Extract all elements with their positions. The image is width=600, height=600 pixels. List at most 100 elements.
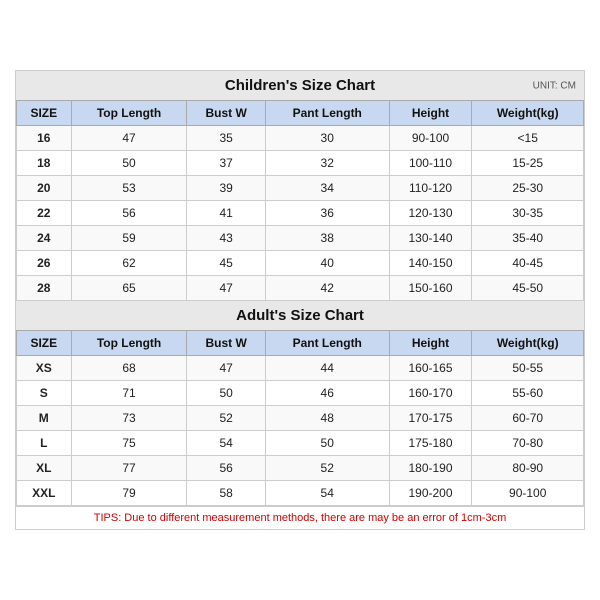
table-cell: 47 bbox=[71, 126, 187, 151]
table-cell: 71 bbox=[71, 381, 187, 406]
table-cell: 50 bbox=[187, 381, 265, 406]
col-height-adult: Height bbox=[389, 331, 472, 356]
table-row: 1647353090-100<15 bbox=[17, 126, 584, 151]
adult-table-header: SIZE Top Length Bust W Pant Length Heigh… bbox=[17, 331, 584, 356]
table-cell: 180-190 bbox=[389, 456, 472, 481]
table-cell: 47 bbox=[187, 276, 265, 301]
table-cell: 39 bbox=[187, 176, 265, 201]
children-section-title: Children's Size Chart bbox=[16, 77, 584, 94]
tips-row: TIPS: Due to different measurement metho… bbox=[16, 506, 584, 529]
table-cell: 20 bbox=[17, 176, 72, 201]
col-height: Height bbox=[389, 101, 472, 126]
table-cell: 25-30 bbox=[472, 176, 584, 201]
table-row: 26624540140-15040-45 bbox=[17, 251, 584, 276]
table-row: XS684744160-16550-55 bbox=[17, 356, 584, 381]
table-cell: 32 bbox=[265, 151, 389, 176]
table-cell: 18 bbox=[17, 151, 72, 176]
table-cell: M bbox=[17, 406, 72, 431]
col-size: SIZE bbox=[17, 101, 72, 126]
table-cell: XL bbox=[17, 456, 72, 481]
table-cell: 160-170 bbox=[389, 381, 472, 406]
table-cell: 65 bbox=[71, 276, 187, 301]
table-cell: 48 bbox=[265, 406, 389, 431]
col-size-adult: SIZE bbox=[17, 331, 72, 356]
table-cell: 55-60 bbox=[472, 381, 584, 406]
table-cell: 38 bbox=[265, 226, 389, 251]
col-bust-w: Bust W bbox=[187, 101, 265, 126]
children-table-header: SIZE Top Length Bust W Pant Length Heigh… bbox=[17, 101, 584, 126]
table-cell: 90-100 bbox=[389, 126, 472, 151]
children-header-row: SIZE Top Length Bust W Pant Length Heigh… bbox=[17, 101, 584, 126]
table-cell: 40-45 bbox=[472, 251, 584, 276]
table-cell: 120-130 bbox=[389, 201, 472, 226]
table-cell: 45-50 bbox=[472, 276, 584, 301]
table-row: 18503732100-11015-25 bbox=[17, 151, 584, 176]
children-section-title-row: Children's Size Chart UNIT: CM bbox=[16, 71, 584, 100]
table-cell: 68 bbox=[71, 356, 187, 381]
table-cell: 90-100 bbox=[472, 481, 584, 506]
table-cell: 150-160 bbox=[389, 276, 472, 301]
table-cell: 110-120 bbox=[389, 176, 472, 201]
table-cell: XS bbox=[17, 356, 72, 381]
table-cell: 100-110 bbox=[389, 151, 472, 176]
table-cell: 54 bbox=[265, 481, 389, 506]
col-weight: Weight(kg) bbox=[472, 101, 584, 126]
table-cell: 35 bbox=[187, 126, 265, 151]
table-row: L755450175-18070-80 bbox=[17, 431, 584, 456]
table-cell: 53 bbox=[71, 176, 187, 201]
table-cell: 190-200 bbox=[389, 481, 472, 506]
table-cell: 50-55 bbox=[472, 356, 584, 381]
table-cell: 16 bbox=[17, 126, 72, 151]
table-cell: 50 bbox=[265, 431, 389, 456]
children-size-table: SIZE Top Length Bust W Pant Length Heigh… bbox=[16, 100, 584, 301]
table-cell: 70-80 bbox=[472, 431, 584, 456]
table-cell: 47 bbox=[187, 356, 265, 381]
table-cell: 60-70 bbox=[472, 406, 584, 431]
table-cell: 44 bbox=[265, 356, 389, 381]
size-chart-container: Children's Size Chart UNIT: CM SIZE Top … bbox=[15, 70, 585, 530]
table-cell: 80-90 bbox=[472, 456, 584, 481]
table-cell: 43 bbox=[187, 226, 265, 251]
table-cell: 58 bbox=[187, 481, 265, 506]
adult-header-row: SIZE Top Length Bust W Pant Length Heigh… bbox=[17, 331, 584, 356]
table-cell: 24 bbox=[17, 226, 72, 251]
table-cell: 79 bbox=[71, 481, 187, 506]
col-pant-length: Pant Length bbox=[265, 101, 389, 126]
table-cell: 140-150 bbox=[389, 251, 472, 276]
table-cell: 54 bbox=[187, 431, 265, 456]
table-cell: 75 bbox=[71, 431, 187, 456]
table-cell: 73 bbox=[71, 406, 187, 431]
table-cell: 34 bbox=[265, 176, 389, 201]
table-row: 20533934110-12025-30 bbox=[17, 176, 584, 201]
table-row: S715046160-17055-60 bbox=[17, 381, 584, 406]
table-cell: 36 bbox=[265, 201, 389, 226]
adult-size-table: SIZE Top Length Bust W Pant Length Heigh… bbox=[16, 330, 584, 506]
table-cell: 62 bbox=[71, 251, 187, 276]
table-cell: 56 bbox=[187, 456, 265, 481]
table-cell: 28 bbox=[17, 276, 72, 301]
table-cell: 59 bbox=[71, 226, 187, 251]
table-cell: 30 bbox=[265, 126, 389, 151]
col-bust-w-adult: Bust W bbox=[187, 331, 265, 356]
table-cell: 15-25 bbox=[472, 151, 584, 176]
table-cell: 26 bbox=[17, 251, 72, 276]
table-cell: 170-175 bbox=[389, 406, 472, 431]
table-row: M735248170-17560-70 bbox=[17, 406, 584, 431]
table-row: XL775652180-19080-90 bbox=[17, 456, 584, 481]
table-cell: 22 bbox=[17, 201, 72, 226]
table-cell: S bbox=[17, 381, 72, 406]
table-row: 28654742150-16045-50 bbox=[17, 276, 584, 301]
col-weight-adult: Weight(kg) bbox=[472, 331, 584, 356]
table-cell: 40 bbox=[265, 251, 389, 276]
table-row: 24594338130-14035-40 bbox=[17, 226, 584, 251]
table-cell: 35-40 bbox=[472, 226, 584, 251]
adult-section-title-row: Adult's Size Chart bbox=[16, 301, 584, 330]
table-cell: 45 bbox=[187, 251, 265, 276]
col-top-length-adult: Top Length bbox=[71, 331, 187, 356]
table-row: XXL795854190-20090-100 bbox=[17, 481, 584, 506]
table-cell: 52 bbox=[187, 406, 265, 431]
table-cell: 50 bbox=[71, 151, 187, 176]
table-cell: 130-140 bbox=[389, 226, 472, 251]
table-cell: 52 bbox=[265, 456, 389, 481]
adult-section-title: Adult's Size Chart bbox=[16, 307, 584, 324]
